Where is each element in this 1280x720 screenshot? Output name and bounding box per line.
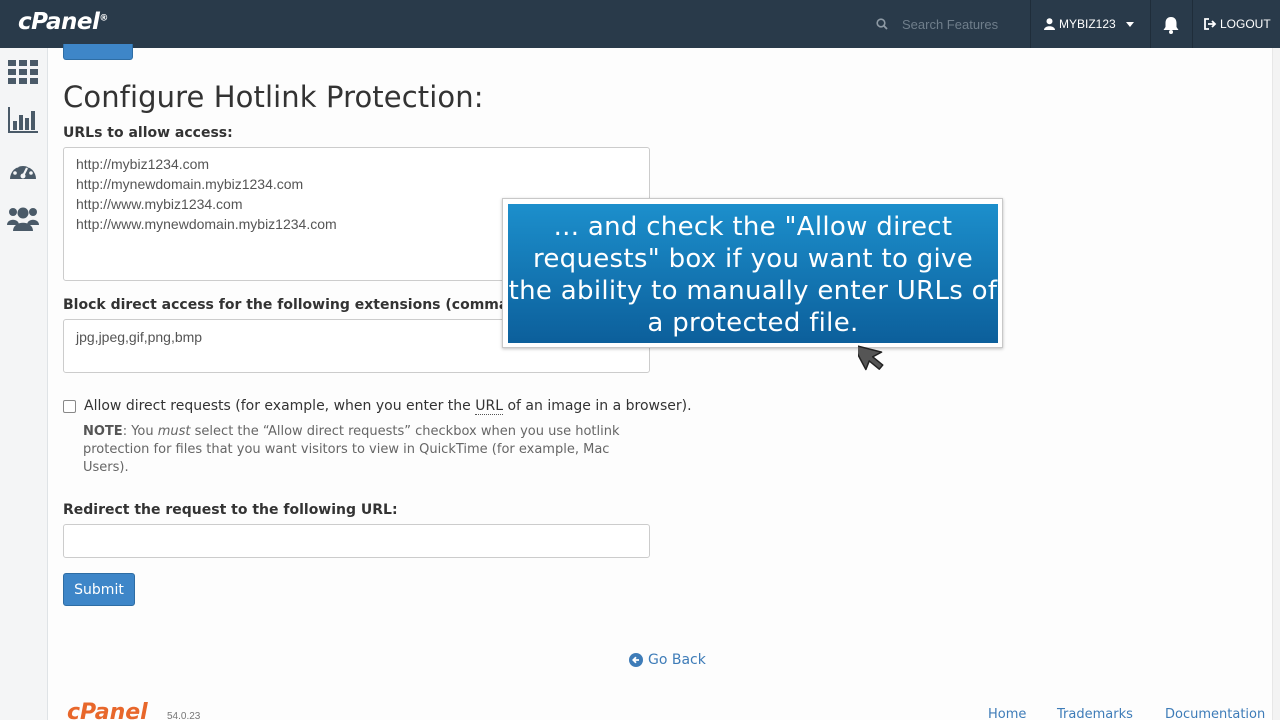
- left-sidebar: [0, 48, 48, 720]
- note-text: NOTE: You must select the “Allow direct …: [83, 424, 620, 475]
- page-title: Configure Hotlink Protection:: [63, 80, 484, 114]
- scrollbar[interactable]: [1272, 48, 1280, 720]
- cpanel-logo[interactable]: cPanel®: [18, 9, 108, 35]
- footer-link-home[interactable]: Home: [988, 707, 1026, 720]
- sidebar-item-dashboard[interactable]: [7, 154, 39, 186]
- chevron-down-icon: [1125, 21, 1134, 27]
- logo-registered-mark: ®: [99, 13, 108, 24]
- footer-link-trademarks[interactable]: Trademarks: [1057, 707, 1133, 720]
- top-navbar: cPanel® MYBIZ123 LOGOUT: [0, 0, 1280, 48]
- arrow-left-circle-icon: [629, 653, 643, 667]
- sidebar-item-statistics[interactable]: [7, 104, 39, 136]
- redirect-label: Redirect the request to the following UR…: [63, 502, 398, 518]
- allow-direct-requests-checkbox[interactable]: [63, 399, 76, 413]
- search-features: [860, 0, 1030, 48]
- username-label: MYBIZ123: [1059, 17, 1116, 31]
- logout-button[interactable]: LOGOUT: [1204, 0, 1271, 48]
- user-icon: [1044, 18, 1055, 30]
- footer-cpanel-logo: cPanel: [67, 700, 148, 720]
- sidebar-item-users[interactable]: [7, 202, 39, 234]
- extensions-label: Block direct access for the following ex…: [63, 297, 568, 313]
- navbar-divider: [1192, 0, 1193, 48]
- allow-direct-requests-row: Allow direct requests (for example, when…: [63, 398, 692, 415]
- url-abbreviation: URL: [475, 398, 504, 415]
- grid-icon: [8, 60, 38, 84]
- logout-label: LOGOUT: [1220, 17, 1271, 31]
- search-input[interactable]: [902, 16, 1022, 32]
- mouse-pointer-icon: [851, 336, 892, 385]
- scrolled-off-button[interactable]: [63, 44, 133, 60]
- go-back-label: Go Back: [648, 652, 706, 668]
- urls-label: URLs to allow access:: [63, 125, 233, 141]
- search-icon: [876, 18, 888, 30]
- footer-version: 54.0.23: [167, 711, 201, 720]
- logout-icon: [1204, 18, 1217, 30]
- tutorial-callout-text: ... and check the "Allow direct requests…: [508, 204, 998, 343]
- go-back-link[interactable]: Go Back: [629, 652, 706, 668]
- speedometer-icon: [10, 161, 36, 179]
- sidebar-item-home[interactable]: [7, 56, 39, 88]
- allow-direct-requests-label[interactable]: Allow direct requests (for example, when…: [84, 398, 692, 415]
- bar-chart-icon: [8, 107, 38, 133]
- users-icon: [7, 207, 39, 231]
- user-menu-button[interactable]: MYBIZ123: [1032, 0, 1150, 48]
- navbar-divider: [1030, 0, 1031, 48]
- footer-link-documentation[interactable]: Documentation: [1165, 707, 1265, 720]
- navbar-divider: [1150, 0, 1151, 48]
- redirect-url-input[interactable]: [63, 524, 650, 558]
- tutorial-callout: ... and check the "Allow direct requests…: [502, 198, 1003, 348]
- bell-icon[interactable]: [1160, 14, 1182, 36]
- logo-text: cPanel: [18, 9, 100, 35]
- submit-button[interactable]: Submit: [63, 573, 135, 606]
